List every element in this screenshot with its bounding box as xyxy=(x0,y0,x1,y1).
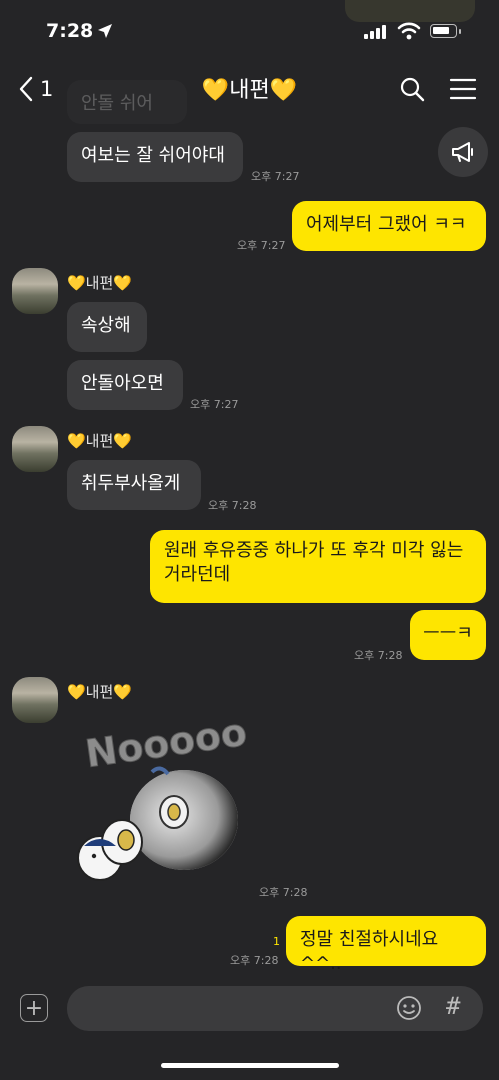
chat-screen: 안돌 쉬어 7:28 1 💛내편💛 여보는 잘 쉬어야대 오후 7:27 어제부… xyxy=(0,0,499,1080)
message-time: 오후 7:28 xyxy=(259,886,308,899)
faded-sent-bubble xyxy=(345,0,475,22)
battery-icon xyxy=(430,24,457,38)
message-time: 오후 7:27 xyxy=(190,398,239,411)
message-line: 원래 후유증중 하나가 또 후각 미각 잃는 xyxy=(164,540,464,561)
message-time: 오후 7:28 xyxy=(354,649,403,662)
message-time: 오후 7:27 xyxy=(251,170,300,183)
wifi-icon xyxy=(397,22,421,40)
message-bubble-received[interactable]: 취두부사올게 xyxy=(67,460,201,510)
sender-name: 💛내편💛 xyxy=(67,683,132,701)
battery-cap xyxy=(459,29,461,34)
hash-icon[interactable]: # xyxy=(446,992,460,1020)
message-time: 오후 7:27 xyxy=(237,239,286,252)
avatar[interactable] xyxy=(12,268,58,314)
message-bubble-sent[interactable]: 어제부터 그랬어 ㅋㅋ xyxy=(292,201,486,251)
message-bubble-sent[interactable]: 원래 후유증중 하나가 또 후각 미각 잃는 거라던데 xyxy=(150,530,486,603)
plus-icon: + xyxy=(24,995,44,1021)
status-time: 7:28 xyxy=(46,20,94,42)
unread-count: 1 xyxy=(273,935,280,948)
message-bubble-received[interactable]: 여보는 잘 쉬어야대 xyxy=(67,132,243,182)
penguin-sticker[interactable]: Nooooo xyxy=(72,712,247,892)
message-bubble-received[interactable]: 속상해 xyxy=(67,302,147,352)
attach-plus-button[interactable]: + xyxy=(20,994,48,1022)
message-time: 오후 7:28 xyxy=(208,499,257,512)
avatar[interactable] xyxy=(12,677,58,723)
signal-icon xyxy=(364,25,386,39)
message-bubble-sent[interactable]: ㅡㅡㅋ xyxy=(410,610,486,660)
message-line: 거라던데 xyxy=(164,564,231,585)
location-arrow-icon xyxy=(98,24,112,38)
menu-icon[interactable] xyxy=(449,77,477,101)
message-time: 오후 7:28 xyxy=(230,954,279,967)
message-bubble-received[interactable]: 안돌아오면 xyxy=(67,360,183,410)
announcement-button[interactable] xyxy=(438,127,488,177)
avatar[interactable] xyxy=(12,426,58,472)
sender-name: 💛내편💛 xyxy=(67,274,132,292)
sticker-text: Nooooo xyxy=(83,712,247,776)
megaphone-icon xyxy=(452,142,473,162)
emoji-icon[interactable] xyxy=(396,995,422,1021)
message-bubble-sent[interactable]: 정말 친절하시네요^^.. xyxy=(286,916,486,974)
home-indicator xyxy=(161,1063,339,1068)
search-icon[interactable] xyxy=(399,76,425,102)
sender-name: 💛내편💛 xyxy=(67,432,132,450)
